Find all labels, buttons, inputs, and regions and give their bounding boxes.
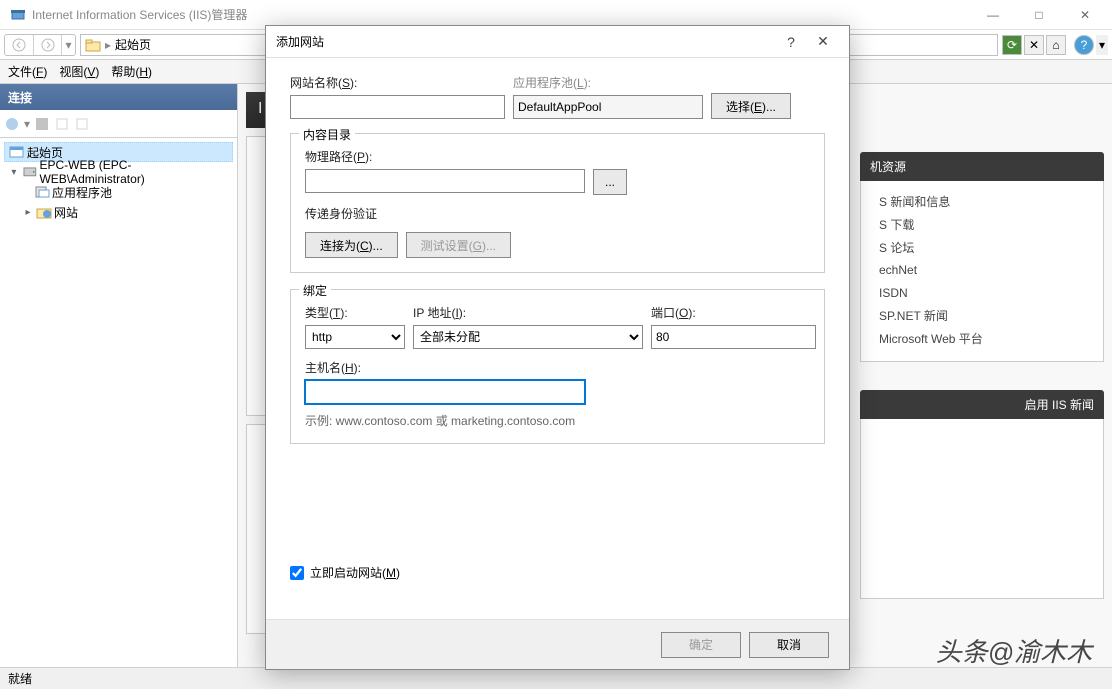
- news-panel: [860, 419, 1104, 599]
- start-immediately-checkbox[interactable]: [290, 566, 304, 580]
- type-select[interactable]: http: [305, 325, 405, 349]
- ip-label: IP 地址(I):: [413, 304, 643, 321]
- forward-button[interactable]: [33, 35, 61, 55]
- resource-link[interactable]: S 下载: [879, 214, 1093, 237]
- resource-link[interactable]: Microsoft Web 平台: [879, 328, 1093, 351]
- toolbar-dropdown[interactable]: ▾: [24, 117, 30, 131]
- help-icon[interactable]: ?: [1074, 35, 1094, 55]
- nav-tools: ⟳ ✕ ⌂ ? ▾: [1002, 35, 1108, 55]
- refresh-icon[interactable]: ⟳: [1002, 35, 1022, 55]
- save-icon[interactable]: [34, 116, 50, 132]
- tree-expand-icon[interactable]: ▸: [22, 206, 34, 218]
- tree-sites[interactable]: ▸ 网站: [4, 202, 233, 222]
- close-button[interactable]: ✕: [1062, 0, 1108, 30]
- app-pool-input: [513, 95, 703, 119]
- server-icon: [22, 164, 38, 180]
- dialog-titlebar: 添加网站 ? ✕: [266, 26, 849, 58]
- resource-link[interactable]: echNet: [879, 259, 1093, 282]
- dialog-footer: 确定 取消: [266, 619, 849, 669]
- site-name-input[interactable]: [290, 95, 505, 119]
- status-ready: 就绪: [8, 670, 32, 687]
- breadcrumb-arrow: ▸: [105, 38, 111, 52]
- binding-fieldset: 绑定 类型(T): http IP 地址(I): 全部未分配 端口(O): 主机…: [290, 289, 825, 444]
- hostname-input[interactable]: [305, 380, 585, 404]
- app-pool-label: 应用程序池(L):: [513, 74, 703, 91]
- binding-legend: 绑定: [299, 282, 331, 299]
- resource-link[interactable]: S 论坛: [879, 237, 1093, 260]
- hostname-label: 主机名(H):: [305, 361, 361, 375]
- help-dropdown[interactable]: ▾: [1096, 35, 1108, 55]
- resource-link[interactable]: SP.NET 新闻: [879, 305, 1093, 328]
- test-settings-button: 测试设置(G)...: [406, 232, 511, 258]
- app-icon: [10, 7, 26, 23]
- connection-tree: 起始页 ▾ EPC-WEB (EPC-WEB\Administrator) 应用…: [0, 138, 237, 226]
- add-website-dialog: 添加网站 ? ✕ 网站名称(S): 应用程序池(L): 选择(E)... 内容目…: [265, 25, 850, 670]
- sidebar-toolbar: ▾: [0, 110, 237, 138]
- stop-icon[interactable]: ✕: [1024, 35, 1044, 55]
- physical-path-input[interactable]: [305, 169, 585, 193]
- connect-as-button[interactable]: 连接为(C)...: [305, 232, 398, 258]
- browse-path-button[interactable]: ...: [593, 169, 627, 195]
- home-icon[interactable]: ⌂: [1046, 35, 1066, 55]
- connections-sidebar: 连接 ▾ 起始页 ▾ EPC-WEB (EPC-WEB\Administrato…: [0, 84, 238, 667]
- cancel-button[interactable]: 取消: [749, 632, 829, 658]
- home-tree-icon: [9, 144, 25, 160]
- site-name-label: 网站名称(S):: [290, 74, 505, 91]
- content-dir-fieldset: 内容目录 物理路径(P): ... 传递身份验证 连接为(C)... 测试设置(…: [290, 133, 825, 273]
- watermark: 头条@渝木木: [936, 632, 1092, 669]
- content-side: 机资源 S 新闻和信息 S 下载 S 论坛 echNet ISDN SP.NET…: [852, 84, 1112, 667]
- maximize-button[interactable]: □: [1016, 0, 1062, 30]
- hostname-example: 示例: www.contoso.com 或 marketing.contoso.…: [305, 412, 810, 429]
- sites-icon: [36, 204, 52, 220]
- menu-help[interactable]: 帮助(H): [111, 63, 152, 80]
- news-header[interactable]: 启用 IIS 新闻: [860, 390, 1104, 419]
- start-immediately-row[interactable]: 立即启动网站(M): [290, 564, 825, 581]
- dialog-help-button[interactable]: ?: [775, 28, 807, 56]
- minimize-button[interactable]: —: [970, 0, 1016, 30]
- settings-icon[interactable]: [74, 116, 90, 132]
- tree-server[interactable]: ▾ EPC-WEB (EPC-WEB\Administrator): [4, 162, 233, 182]
- tree-server-label: EPC-WEB (EPC-WEB\Administrator): [39, 158, 233, 186]
- ip-select[interactable]: 全部未分配: [413, 325, 643, 349]
- tree-app-pools-label: 应用程序池: [52, 184, 112, 201]
- type-label: 类型(T):: [305, 304, 405, 321]
- menu-file[interactable]: 文件(F): [8, 63, 47, 80]
- content-dir-legend: 内容目录: [299, 126, 355, 143]
- sidebar-header: 连接: [0, 84, 237, 110]
- breadcrumb-home[interactable]: 起始页: [115, 36, 151, 53]
- physical-path-label: 物理路径(P):: [305, 150, 372, 164]
- dialog-body: 网站名称(S): 应用程序池(L): 选择(E)... 内容目录 物理路径(P)…: [266, 58, 849, 619]
- start-immediately-label: 立即启动网站(M): [310, 564, 400, 581]
- resources-panel: S 新闻和信息 S 下载 S 论坛 echNet ISDN SP.NET 新闻 …: [860, 181, 1104, 362]
- nav-arrows: ▾: [4, 34, 76, 56]
- app-pool-icon: [34, 184, 50, 200]
- select-pool-button[interactable]: 选择(E)...: [711, 93, 791, 119]
- resource-link[interactable]: S 新闻和信息: [879, 191, 1093, 214]
- resource-link[interactable]: ISDN: [879, 282, 1093, 305]
- dialog-close-button[interactable]: ✕: [807, 28, 839, 56]
- tree-collapse-icon[interactable]: ▾: [8, 166, 20, 178]
- statusbar: 就绪: [0, 667, 1112, 689]
- window-title: Internet Information Services (IIS)管理器: [32, 6, 970, 23]
- folder-icon: [85, 37, 101, 53]
- ok-button: 确定: [661, 632, 741, 658]
- dropdown-arrow[interactable]: ▾: [61, 35, 75, 55]
- port-label: 端口(O):: [651, 304, 816, 321]
- pass-auth-label: 传递身份验证: [305, 205, 810, 222]
- resources-header: 机资源: [860, 152, 1104, 181]
- back-button[interactable]: [5, 35, 33, 55]
- up-icon[interactable]: [54, 116, 70, 132]
- port-input[interactable]: [651, 325, 816, 349]
- dialog-title-text: 添加网站: [276, 33, 775, 50]
- tree-sites-label: 网站: [54, 204, 78, 221]
- menu-view[interactable]: 视图(V): [59, 63, 99, 80]
- connect-icon[interactable]: [4, 116, 20, 132]
